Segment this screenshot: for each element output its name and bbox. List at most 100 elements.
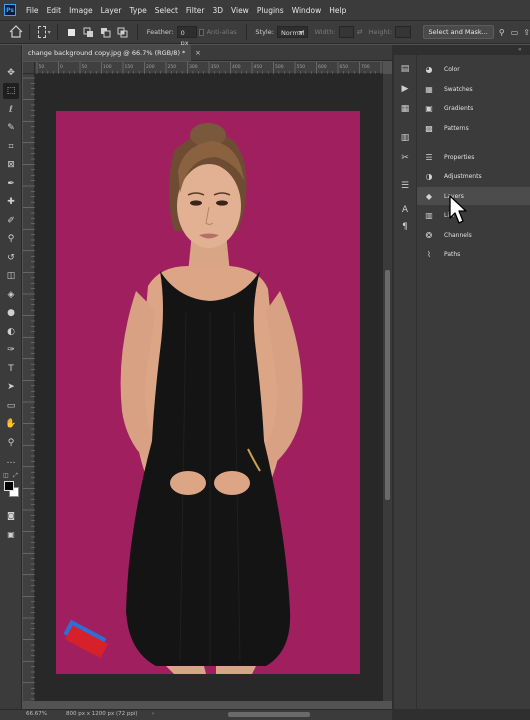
menu-plugins[interactable]: Plugins — [253, 6, 288, 15]
foreground-color-swatch[interactable] — [4, 481, 14, 491]
default-colors-icon[interactable]: ◫ — [3, 472, 9, 479]
menu-help[interactable]: Help — [325, 6, 350, 15]
woman-black-dress-image — [120, 123, 303, 674]
menu-file[interactable]: File — [22, 6, 43, 15]
quick-select-tool-icon[interactable]: ✎ — [3, 120, 19, 136]
rectangle-tool-icon[interactable]: ▭ — [3, 398, 19, 414]
panel-paths[interactable]: ⌇ Paths — [417, 245, 530, 263]
libraries-icon: ▥ — [425, 210, 433, 220]
home-icon[interactable] — [9, 25, 23, 39]
menu-window[interactable]: Window — [288, 6, 326, 15]
antialias-checkbox[interactable] — [198, 28, 204, 36]
color-wheel-icon: ◕ — [425, 64, 433, 74]
dodge-tool-icon[interactable]: ◐ — [3, 324, 19, 340]
panel-layers[interactable]: ◆ Layers — [417, 187, 530, 205]
document-tab[interactable]: change background copy.jpg @ 66.7% (RGB/… — [23, 45, 191, 61]
brush-tool-icon[interactable]: ✐ — [3, 213, 19, 229]
menu-edit[interactable]: Edit — [43, 6, 66, 15]
height-label: Height: — [368, 28, 393, 36]
add-selection-icon[interactable] — [83, 27, 94, 38]
eyedropper-tool-icon[interactable]: ✒ — [3, 176, 19, 192]
healing-tool-icon[interactable]: ✚ — [3, 194, 19, 210]
more-tools-icon[interactable]: … — [3, 453, 19, 469]
panel-swatches[interactable]: ▦ Swatches — [417, 80, 530, 98]
panel-libraries[interactable]: ▥Libra — [417, 206, 530, 224]
close-icon[interactable]: × — [195, 45, 205, 61]
stamp-tool-icon[interactable]: ⚲ — [3, 231, 19, 247]
swap-colors-icon[interactable]: ⤢ — [13, 472, 18, 480]
zoom-level[interactable]: 66.67% — [26, 711, 47, 717]
width-input[interactable] — [338, 26, 354, 38]
swap-dimensions-icon[interactable]: ⇄ — [357, 28, 363, 36]
menu-filter[interactable]: Filter — [182, 6, 209, 15]
ruler-tick-label: 400 — [232, 64, 241, 70]
vertical-scrollbar[interactable] — [383, 74, 392, 701]
ruler-tick-label: 700 — [361, 64, 370, 70]
marquee-tool-icon[interactable]: ⬚ — [3, 83, 19, 99]
panel-color[interactable]: ◕ Color — [417, 60, 530, 78]
document-canvas[interactable] — [56, 111, 360, 674]
quick-mask-icon[interactable]: ◙ — [3, 507, 19, 523]
chevron-down-icon[interactable]: ▾ — [48, 29, 51, 36]
search-icon[interactable]: ⚲ — [499, 28, 505, 37]
select-and-mask-button[interactable]: Select and Mask... — [422, 25, 494, 39]
subtract-selection-icon[interactable] — [100, 27, 111, 38]
panel-label: Properties — [444, 153, 475, 161]
menu-select[interactable]: Select — [151, 6, 182, 15]
frame-tool-icon[interactable]: ⊠ — [3, 157, 19, 173]
hand-tool-icon[interactable]: ✋ — [3, 416, 19, 432]
ruler-horizontal: 50 0 50 100 150 200 250 300 350 400 450 500 550 600 65… — [35, 62, 383, 74]
actions-panel-icon[interactable]: ▶ — [398, 82, 412, 96]
menu-3d[interactable]: 3D — [208, 6, 227, 15]
panel-channels[interactable]: ❂ Channels — [417, 226, 530, 244]
character-panel-icon[interactable]: A — [398, 203, 412, 217]
workspace-icon[interactable]: ▭ — [511, 28, 519, 37]
zoom-tool-icon[interactable]: ⚲ — [3, 435, 19, 451]
paragraph-panel-icon[interactable]: ¶ — [398, 220, 412, 234]
type-tool-icon[interactable]: T — [3, 361, 19, 377]
menu-type[interactable]: Type — [126, 6, 151, 15]
style-select[interactable]: Normal — [276, 26, 309, 38]
pen-tool-icon[interactable]: ✑ — [3, 342, 19, 358]
eraser-tool-icon[interactable]: ◫ — [3, 268, 19, 284]
panel-adjustments[interactable]: ◑ Adjustments — [417, 167, 530, 185]
crop-tool-icon[interactable]: ⌗ — [3, 139, 19, 155]
ruler-tick-label: 550 — [297, 64, 306, 70]
marquee-preset-icon[interactable] — [37, 26, 46, 38]
photoshop-logo-icon[interactable]: Ps — [4, 4, 16, 16]
layers-icon: ◆ — [425, 191, 433, 201]
ruler-origin[interactable] — [23, 62, 35, 74]
gradient-panel-icon[interactable]: ▥ — [398, 131, 412, 145]
panel-gradients[interactable]: ▣ Gradients — [417, 99, 530, 117]
collapse-panels-icon[interactable]: « — [518, 46, 522, 53]
menu-layer[interactable]: Layer — [97, 6, 126, 15]
gradients-icon: ▣ — [425, 103, 433, 113]
options-separator — [29, 24, 30, 40]
adjustments-icon: ◑ — [425, 171, 433, 181]
screen-mode-icon[interactable]: ▣ — [3, 526, 19, 542]
height-input[interactable] — [395, 26, 411, 38]
options-separator — [245, 24, 247, 40]
history-brush-icon[interactable]: ↺ — [3, 250, 19, 266]
move-tool-icon[interactable]: ✥ — [3, 65, 19, 81]
tools-panel-icon[interactable]: ✂ — [398, 151, 412, 165]
horizontal-scroll-thumb[interactable] — [228, 712, 310, 717]
adjust-panel-icon[interactable]: ☰ — [398, 179, 412, 193]
new-selection-icon[interactable] — [66, 27, 77, 38]
history-panel-icon[interactable]: ▤ — [398, 62, 412, 76]
feather-input[interactable]: 0 px — [176, 26, 197, 47]
intersect-selection-icon[interactable] — [117, 27, 128, 38]
menu-view[interactable]: View — [227, 6, 253, 15]
vertical-scroll-thumb[interactable] — [385, 270, 390, 500]
lasso-tool-icon[interactable]: ℓ — [3, 102, 19, 118]
panel-properties[interactable]: ☰ Properties — [417, 148, 530, 166]
path-select-icon[interactable]: ➤ — [3, 379, 19, 395]
comments-panel-icon[interactable]: ▦ — [398, 102, 412, 116]
panel-patterns[interactable]: ▩ Patterns — [417, 119, 530, 137]
menu-image[interactable]: Image — [65, 6, 97, 15]
paint-bucket-icon[interactable]: ◈ — [3, 287, 19, 303]
watermark-logo — [63, 619, 109, 659]
share-icon[interactable]: ⇪ — [523, 28, 530, 37]
blur-tool-icon[interactable]: ● — [3, 305, 19, 321]
status-menu-arrow[interactable]: › — [152, 711, 154, 717]
